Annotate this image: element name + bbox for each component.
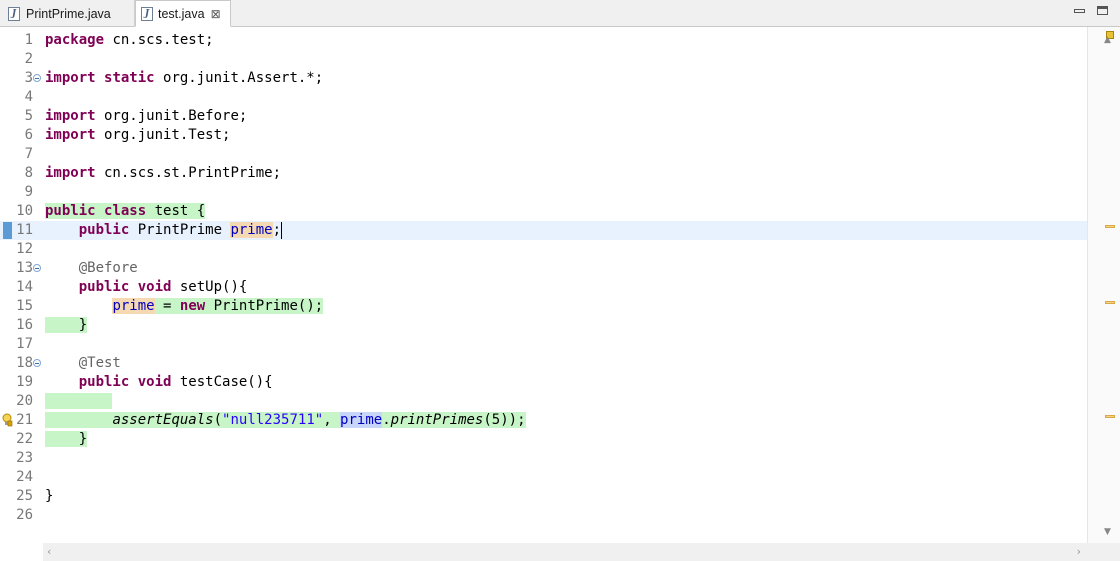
code-text: package cn.scs.test; [45,32,214,48]
code-text: } [45,430,88,449]
code-line[interactable]: 26 [0,506,1087,525]
code-text: import org.junit.Before; [45,108,248,124]
fold-icon[interactable] [33,74,41,82]
code-line[interactable]: 23 [0,449,1087,468]
editor-tab-bar: J PrintPrime.java J test.java ⊠ [0,0,1120,27]
scroll-right-icon[interactable]: › [1077,545,1081,558]
code-line[interactable]: 2 [0,50,1087,69]
text-cursor [281,221,283,239]
code-line[interactable]: 5 import org.junit.Before; [0,107,1087,126]
line-number: 15 [16,298,33,314]
code-line[interactable]: 14 public void setUp(){ [0,278,1087,297]
scroll-left-icon[interactable]: ‹ [47,545,51,558]
line-number: 12 [16,241,33,257]
line-number: 2 [24,51,33,67]
code-text: import cn.scs.st.PrintPrime; [45,165,282,181]
code-line[interactable]: 25 } [0,487,1087,506]
close-icon[interactable]: ⊠ [211,7,221,21]
code-line[interactable]: 24 [0,468,1087,487]
line-number: 26 [16,507,33,523]
line-number: 4 [24,89,33,105]
tab-printprime[interactable]: J PrintPrime.java [0,0,135,27]
line-number: 5 [24,108,33,124]
line-number: 20 [16,393,33,409]
code-text: public void testCase(){ [78,374,273,390]
code-line[interactable]: 1 package cn.scs.test; [0,31,1087,50]
code-text: @Before [78,260,138,276]
scroll-corner [1087,543,1120,561]
code-text: public PrintPrime prime; [78,221,283,239]
code-line[interactable]: 22 } [0,430,1087,449]
line-number: 18 [16,355,33,371]
code-line[interactable]: 8 import cn.scs.st.PrintPrime; [0,164,1087,183]
code-line[interactable]: 17 [0,335,1087,354]
horizontal-scrollbar[interactable]: ‹ › [43,543,1087,561]
line-number: 22 [16,431,33,447]
code-line[interactable]: 10 public class test { [0,202,1087,221]
line-number: 10 [16,203,33,219]
line-number: 17 [16,336,33,352]
code-text: assertEquals("null235711", prime.printPr… [45,411,526,430]
minimize-icon[interactable] [1074,9,1085,13]
code-line[interactable]: 16 } [0,316,1087,335]
code-line[interactable]: 19 public void testCase(){ [0,373,1087,392]
tab-label: PrintPrime.java [26,6,111,21]
code-text: } [45,316,88,335]
line-number: 25 [16,488,33,504]
code-line[interactable]: 7 [0,145,1087,164]
maximize-icon[interactable] [1097,6,1108,15]
line-number: 3 [24,70,33,86]
code-line[interactable]: 13 @Before [0,259,1087,278]
code-line[interactable]: 18 @Test [0,354,1087,373]
line-number: 13 [16,260,33,276]
code-line-current[interactable]: 11 public PrintPrime prime; [0,221,1087,240]
code-line[interactable]: 21 assertEquals("null235711", prime.prin… [0,411,1087,430]
code-text: public class test { [45,203,206,219]
line-number: 6 [24,127,33,143]
fold-icon[interactable] [33,359,41,367]
code-line[interactable]: 20 [0,392,1087,411]
code-text: public void setUp(){ [78,279,248,295]
code-lines: 1 package cn.scs.test; 2 3 import static… [0,31,1120,525]
code-line[interactable]: 3 import static org.junit.Assert.*; [0,69,1087,88]
code-text: prime = new PrintPrime(); [112,298,324,314]
code-text: } [45,488,54,504]
tab-test[interactable]: J test.java ⊠ [135,0,231,27]
code-editor[interactable]: ▲ ▼ 1 package cn.scs.test; 2 3 import st… [0,27,1120,561]
line-number: 9 [24,184,33,200]
line-number: 16 [16,317,33,333]
scroll-down-icon[interactable]: ▼ [1104,527,1111,537]
code-text: import static org.junit.Assert.*; [45,70,324,86]
java-file-icon: J [8,6,20,21]
line-number: 19 [16,374,33,390]
line-number: 1 [24,32,33,48]
code-text [45,392,113,411]
code-text: @Test [78,355,121,371]
line-number: 14 [16,279,33,295]
tab-label: test.java [158,6,205,21]
code-line[interactable]: 12 [0,240,1087,259]
line-number: 23 [16,450,33,466]
fold-icon[interactable] [33,264,41,272]
line-number: 8 [24,165,33,181]
code-text: import org.junit.Test; [45,127,231,143]
java-file-icon: J [141,6,153,21]
line-number: 21 [16,412,33,428]
code-line[interactable]: 6 import org.junit.Test; [0,126,1087,145]
line-number: 7 [24,146,33,162]
code-line[interactable]: 4 [0,88,1087,107]
code-line[interactable]: 15 prime = new PrintPrime(); [0,297,1087,316]
line-number: 11 [16,222,33,238]
line-number: 24 [16,469,33,485]
code-line[interactable]: 9 [0,183,1087,202]
